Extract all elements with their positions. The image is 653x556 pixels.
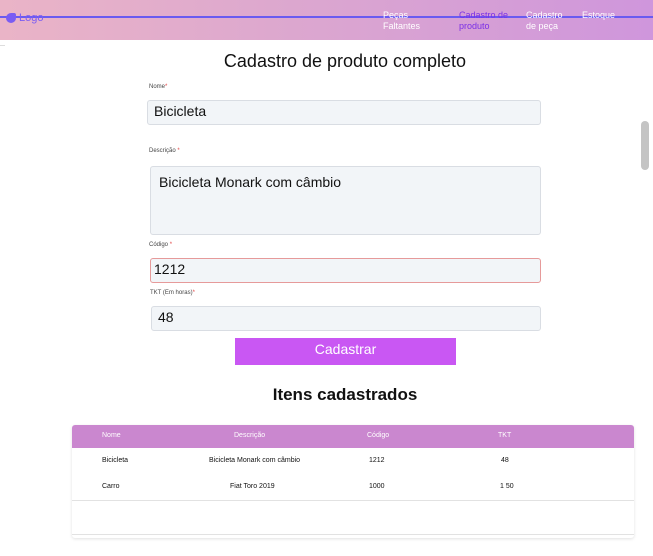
cadastrar-button[interactable]: Cadastrar: [235, 338, 456, 365]
required-mark: *: [165, 84, 168, 90]
nome-value: Bicicleta: [154, 103, 207, 119]
items-table: Nome Descrição Código TKT Bicicleta Bici…: [72, 425, 634, 538]
nav-link-pecas-faltantes[interactable]: Peças Faltantes: [383, 10, 433, 32]
nome-label: Nome*: [149, 84, 167, 90]
column-header-nome: Nome: [102, 432, 121, 439]
descricao-value: Bicicleta Monark com câmbio: [159, 174, 342, 190]
tkt-label-text: TKT (Em horas): [150, 290, 193, 296]
logo[interactable]: Logo: [6, 12, 43, 24]
codigo-label: Código *: [149, 242, 172, 248]
page-scrollbar[interactable]: [641, 121, 649, 170]
required-mark: *: [192, 290, 195, 296]
codigo-value: 1212: [154, 261, 186, 277]
column-header-tkt: TKT: [498, 432, 512, 439]
nav-link-cadastro-produto[interactable]: Cadastro de produto: [459, 10, 515, 32]
nome-label-text: Nome: [149, 84, 166, 90]
row-divider: [72, 500, 634, 501]
top-navbar: Logo Peças Faltantes Cadastro de produto…: [0, 0, 653, 40]
codigo-input[interactable]: 1212: [150, 258, 541, 283]
descricao-label-text: Descrição: [149, 148, 176, 154]
tkt-input[interactable]: 48: [151, 306, 541, 331]
nav-link-cadastro-peca[interactable]: Cadastro de peça: [526, 10, 570, 32]
cell-codigo: 1000: [369, 483, 385, 490]
cell-tkt: 48: [501, 457, 509, 464]
table-header: Nome Descrição Código TKT: [72, 425, 634, 448]
codigo-label-text: Código: [149, 242, 169, 248]
nav-link-estoque[interactable]: Estoque: [582, 10, 632, 21]
form-title: Cadastro de produto completo: [223, 51, 467, 71]
row-divider: [72, 534, 634, 535]
descricao-label: Descrição *: [149, 148, 180, 154]
cell-descricao: Bicicleta Monark com câmbio: [209, 457, 301, 464]
cell-nome: Bicicleta: [102, 457, 129, 464]
table-title: Itens cadastrados: [272, 385, 418, 404]
descricao-textarea[interactable]: Bicicleta Monark com câmbio: [150, 166, 541, 235]
logo-icon: [6, 13, 16, 23]
required-mark: *: [169, 242, 173, 248]
logo-text: Logo: [19, 12, 44, 24]
cell-descricao: Fiat Toro 2019: [230, 483, 275, 490]
column-header-descricao: Descrição: [234, 432, 266, 439]
tkt-label: TKT (Em horas)*: [150, 290, 195, 296]
cell-nome: Carro: [102, 483, 120, 490]
required-mark: *: [177, 148, 180, 154]
tkt-value: 48: [158, 309, 174, 325]
page-edge-mark: [0, 45, 5, 46]
cell-codigo: 1212: [369, 457, 385, 464]
nome-input[interactable]: Bicicleta: [147, 100, 541, 125]
cell-tkt: 1 50: [500, 483, 514, 490]
column-header-codigo: Código: [367, 432, 390, 439]
